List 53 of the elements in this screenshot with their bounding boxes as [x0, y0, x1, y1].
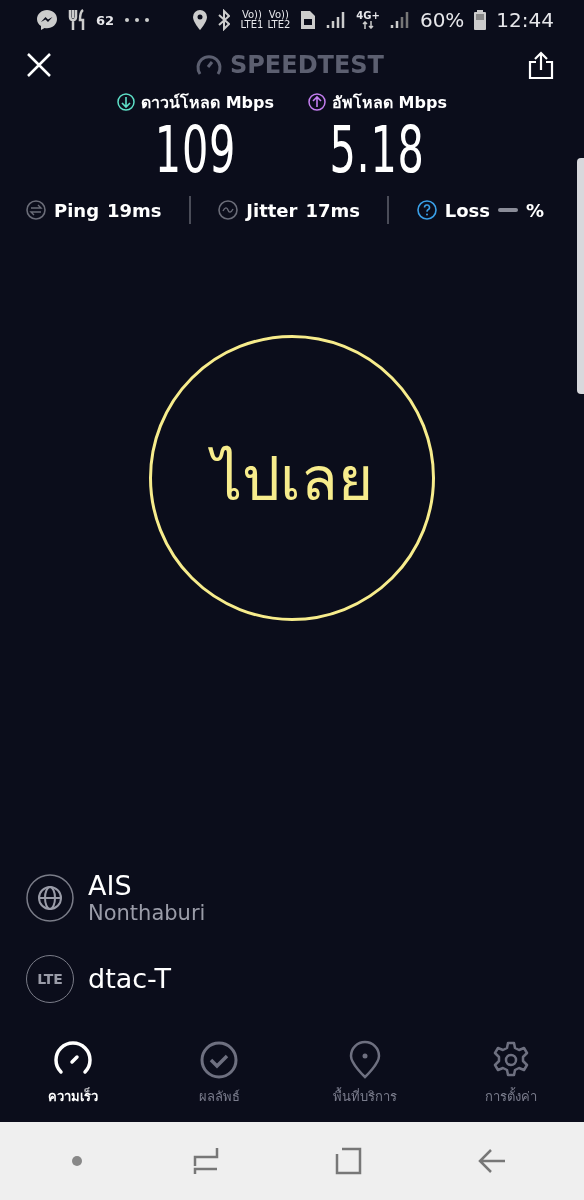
server-name: AIS	[88, 871, 133, 901]
speedometer-icon	[196, 54, 222, 76]
scrollbar[interactable]	[577, 158, 584, 394]
carrier-name: dtac-T	[88, 964, 171, 994]
network-label: LTE1	[240, 20, 264, 30]
signal-icon	[389, 11, 410, 29]
go-button[interactable]: ไปเลย	[149, 335, 435, 621]
share-icon	[528, 51, 554, 79]
network-label: LTE2	[267, 20, 291, 30]
wave-icon	[218, 200, 239, 220]
network-type: 4G+	[356, 11, 380, 21]
back-icon	[476, 1148, 507, 1174]
clock: 12:44	[496, 8, 554, 32]
volte-label: Vo))	[268, 10, 289, 20]
battery-percent: 60%	[419, 8, 465, 32]
close-button[interactable]	[26, 52, 52, 78]
volte-label: Vo))	[241, 10, 262, 20]
home-icon	[334, 1147, 363, 1175]
upload-label: อัพโหลด Mbps	[332, 91, 447, 114]
app-logo: SPEEDTEST	[230, 51, 384, 79]
nav-tab[interactable]: การตั้งค่า	[438, 1032, 584, 1116]
download-label: ดาวน์โหลด Mbps	[141, 91, 274, 114]
bluetooth-icon	[218, 9, 231, 31]
dot-icon	[71, 1155, 84, 1167]
stat-label: Ping	[54, 199, 100, 221]
data-arrows-icon	[362, 21, 375, 29]
nav-tab[interactable]: ความเร็ว	[0, 1032, 146, 1116]
server-location: Nonthaburi	[88, 901, 206, 925]
messenger-icon	[36, 9, 58, 31]
stat-label: Loss	[444, 199, 490, 221]
notification-count: 62	[96, 12, 115, 28]
stat-label: Jitter	[246, 199, 298, 221]
restaurant-icon	[68, 9, 86, 31]
battery-icon	[474, 10, 487, 30]
location-icon	[192, 9, 209, 31]
sim-card-icon	[300, 10, 317, 30]
upload-speed: 5.18	[329, 114, 426, 186]
download-speed: 109	[154, 114, 237, 186]
signal-icon	[326, 11, 347, 29]
help-icon	[416, 200, 437, 220]
more-icon	[124, 17, 151, 23]
share-button[interactable]	[528, 51, 554, 79]
close-icon	[26, 52, 52, 78]
checkmark-icon	[199, 1040, 239, 1080]
nav-tab[interactable]: ผลลัพธ์	[146, 1032, 292, 1116]
ping-icon	[26, 200, 46, 220]
globe-icon	[26, 874, 74, 922]
dash-icon	[497, 208, 518, 212]
stat-value: %	[525, 199, 544, 221]
recent-apps-icon	[191, 1147, 220, 1175]
stat-value: 19ms	[107, 199, 162, 221]
nav-tab[interactable]: พื้นที่บริการ	[292, 1032, 438, 1116]
stat-value: 17ms	[305, 199, 360, 221]
